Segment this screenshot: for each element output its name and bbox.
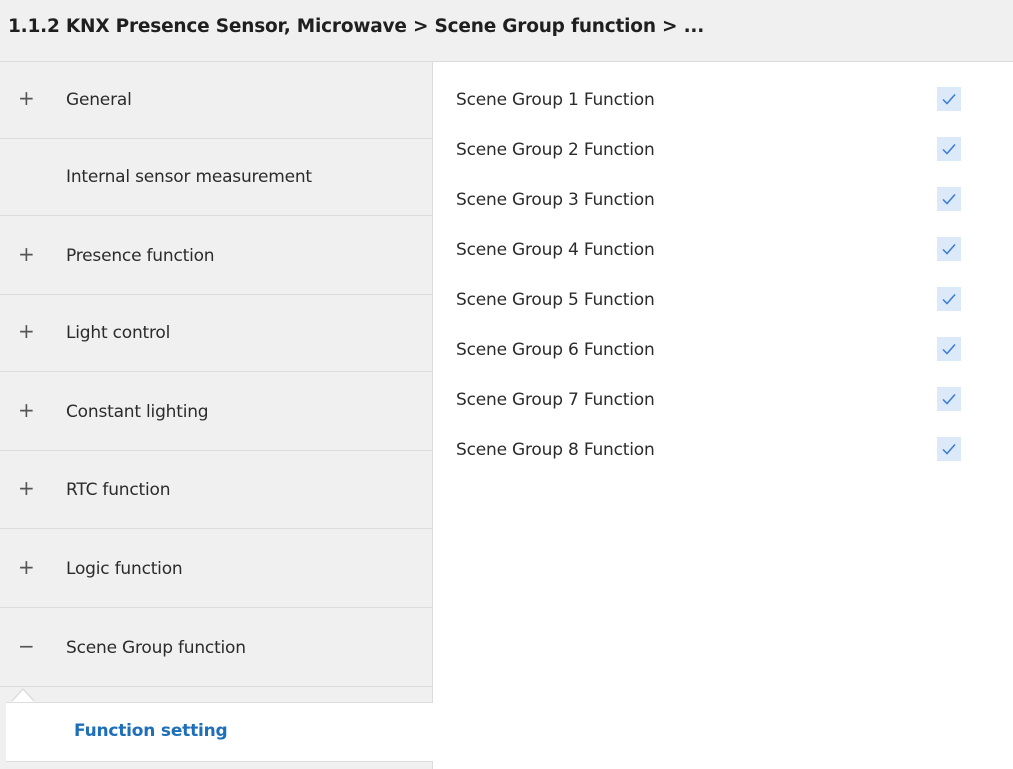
sidebar-item-label: General <box>66 90 132 110</box>
param-row-scene-group-2: Scene Group 2 Function <box>433 112 1013 162</box>
scene-group-8-checkbox[interactable] <box>937 437 961 461</box>
sidebar-item-general[interactable]: + General <box>0 62 432 139</box>
sidebar-item-label: Internal sensor measurement <box>66 167 312 187</box>
param-label: Scene Group 4 Function <box>456 240 655 260</box>
param-row-scene-group-4: Scene Group 4 Function <box>433 212 1013 262</box>
param-row-scene-group-5: Scene Group 5 Function <box>433 262 1013 312</box>
sidebar-item-rtc-function[interactable]: + RTC function <box>0 452 432 529</box>
sidebar-item-label: RTC function <box>66 480 171 500</box>
scene-group-4-checkbox[interactable] <box>937 237 961 261</box>
param-row-scene-group-3: Scene Group 3 Function <box>433 162 1013 212</box>
expand-icon[interactable]: + <box>18 88 35 108</box>
param-label: Scene Group 8 Function <box>456 440 655 460</box>
sidebar: + General Internal sensor measurement + … <box>0 62 433 769</box>
sidebar-item-light-control[interactable]: + Light control <box>0 295 432 372</box>
sidebar-item-label: Light control <box>66 323 171 343</box>
scene-group-3-checkbox[interactable] <box>937 187 961 211</box>
sidebar-item-label: Constant lighting <box>66 402 209 422</box>
sidebar-item-constant-lighting[interactable]: + Constant lighting <box>0 374 432 451</box>
param-row-scene-group-1: Scene Group 1 Function <box>433 62 1013 112</box>
param-label: Scene Group 5 Function <box>456 290 655 310</box>
scene-group-1-checkbox[interactable] <box>937 87 961 111</box>
sidebar-item-scene-group-function[interactable]: − Scene Group function <box>0 610 432 687</box>
scene-group-5-checkbox[interactable] <box>937 287 961 311</box>
app-window: 1.1.2 KNX Presence Sensor, Microwave > S… <box>0 0 1013 769</box>
checkmark-icon <box>942 394 956 405</box>
param-label: Scene Group 1 Function <box>456 90 655 110</box>
expand-icon[interactable]: + <box>18 321 35 341</box>
sidebar-item-internal-sensor-measurement[interactable]: Internal sensor measurement <box>0 139 432 216</box>
page-title: 1.1.2 KNX Presence Sensor, Microwave > S… <box>8 16 705 37</box>
scene-group-6-checkbox[interactable] <box>937 337 961 361</box>
expand-icon[interactable]: + <box>18 557 35 577</box>
checkmark-icon <box>942 94 956 105</box>
sidebar-item-label: Presence function <box>66 246 215 266</box>
param-label: Scene Group 2 Function <box>456 140 655 160</box>
collapse-icon[interactable]: − <box>18 636 35 656</box>
selection-caret <box>12 690 34 702</box>
param-row-scene-group-8: Scene Group 8 Function <box>433 412 1013 462</box>
param-row-scene-group-7: Scene Group 7 Function <box>433 362 1013 412</box>
sidebar-item-presence-function[interactable]: + Presence function <box>0 218 432 295</box>
param-label: Scene Group 7 Function <box>456 390 655 410</box>
param-label: Scene Group 3 Function <box>456 190 655 210</box>
expand-icon[interactable]: + <box>18 400 35 420</box>
checkmark-icon <box>942 144 956 155</box>
sidebar-item-label: Scene Group function <box>66 638 246 658</box>
parameter-panel: Scene Group 1 Function Scene Group 2 Fun… <box>433 62 1013 769</box>
checkmark-icon <box>942 194 956 205</box>
checkmark-icon <box>942 294 956 305</box>
title-bar: 1.1.2 KNX Presence Sensor, Microwave > S… <box>0 0 1013 62</box>
checkmark-icon <box>942 344 956 355</box>
sidebar-item-label: Logic function <box>66 559 183 579</box>
scene-group-2-checkbox[interactable] <box>937 137 961 161</box>
sidebar-subitem-function-setting[interactable]: Function setting <box>6 702 437 762</box>
expand-icon[interactable]: + <box>18 478 35 498</box>
checkmark-icon <box>942 444 956 455</box>
sidebar-item-logic-function[interactable]: + Logic function <box>0 531 432 608</box>
expand-icon[interactable]: + <box>18 244 35 264</box>
param-label: Scene Group 6 Function <box>456 340 655 360</box>
checkmark-icon <box>942 244 956 255</box>
sidebar-subitem-label: Function setting <box>74 721 228 741</box>
scene-group-7-checkbox[interactable] <box>937 387 961 411</box>
param-row-scene-group-6: Scene Group 6 Function <box>433 312 1013 362</box>
